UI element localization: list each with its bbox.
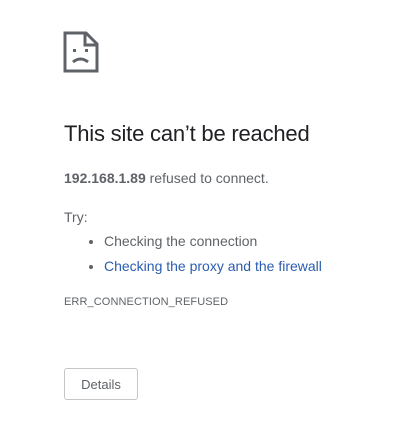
error-code: ERR_CONNECTION_REFUSED	[64, 296, 229, 308]
bullet-icon	[89, 265, 93, 269]
page-title: This site can’t be reached	[64, 121, 310, 146]
suggestion-check-proxy: Checking the proxy and the firewall	[86, 258, 322, 275]
error-message: 192.168.1.89 refused to connect.	[64, 170, 269, 186]
sad-page-icon	[63, 31, 99, 73]
error-page: This site can’t be reached 192.168.1.89 …	[0, 0, 406, 427]
try-label: Try:	[64, 209, 88, 225]
proxy-firewall-link[interactable]: Checking the proxy and the firewall	[104, 258, 322, 274]
suggestion-list: Checking the connection Checking the pro…	[86, 233, 322, 283]
suggestion-check-connection: Checking the connection	[86, 233, 322, 250]
error-message-suffix: refused to connect.	[145, 170, 269, 186]
suggestion-label: Checking the connection	[104, 233, 258, 249]
details-button[interactable]: Details	[64, 368, 138, 400]
bullet-icon	[89, 240, 93, 244]
host-address: 192.168.1.89	[64, 170, 146, 186]
